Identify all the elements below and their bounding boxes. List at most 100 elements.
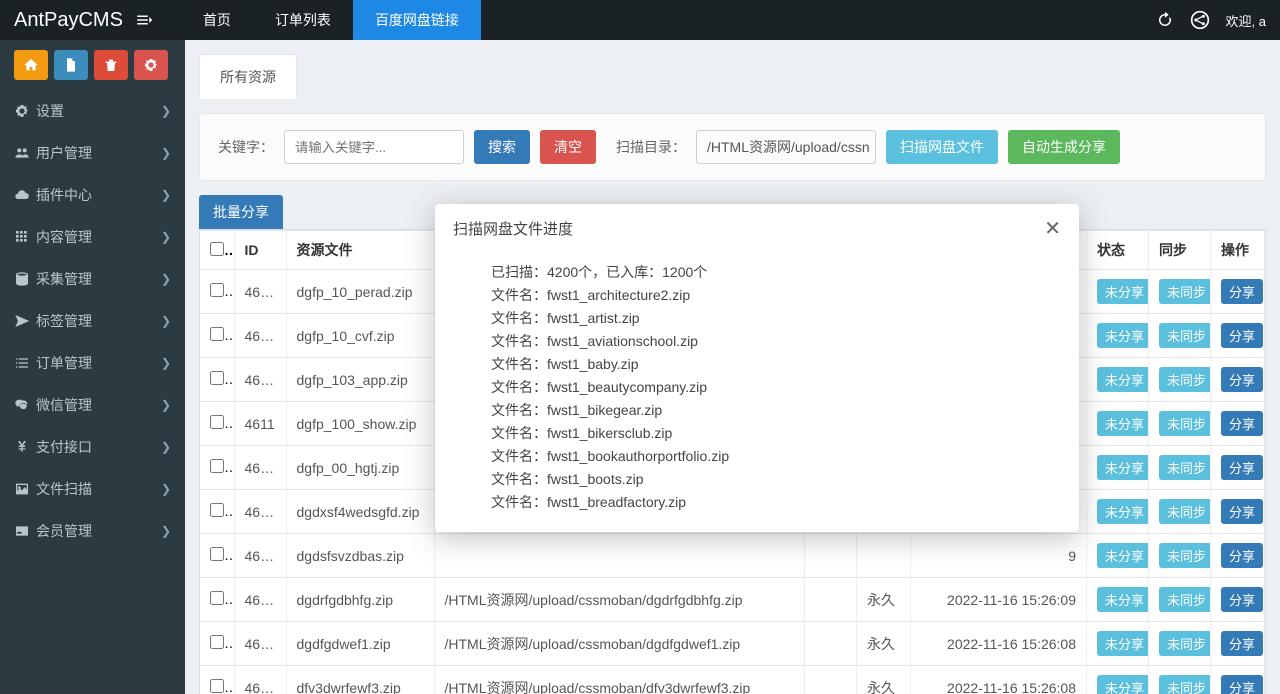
bulk-share-button[interactable]: 批量分享 — [199, 195, 283, 229]
sidebar-item-label: 标签管理 — [36, 311, 161, 331]
cell-id: 4614 — [234, 270, 286, 314]
sync-badge: 未同步 — [1159, 323, 1211, 348]
th-op: 操作 — [1211, 231, 1265, 270]
sidebar: 设置❯用户管理❯插件中心❯内容管理❯采集管理❯标签管理❯订单管理❯微信管理❯支付… — [0, 40, 185, 694]
sidebar-item-10[interactable]: 会员管理❯ — [0, 510, 185, 552]
share-button[interactable]: 分享 — [1221, 631, 1263, 656]
share-button[interactable]: 分享 — [1221, 367, 1263, 392]
row-checkbox[interactable] — [210, 327, 224, 341]
row-checkbox[interactable] — [210, 679, 224, 693]
cell-path: /HTML资源网/upload/cssmoban/dgdfgdwef1.zip — [434, 622, 805, 666]
close-icon[interactable]: ✕ — [1044, 219, 1061, 239]
scan-file-line: 文件名：fwst1_boots.zip — [491, 468, 1061, 491]
share-button[interactable]: 分享 — [1221, 411, 1263, 436]
sidebar-item-label: 订单管理 — [36, 353, 161, 373]
cell-path — [434, 534, 805, 578]
share-button[interactable]: 分享 — [1221, 587, 1263, 612]
cell-period: 永久 — [857, 666, 911, 694]
status-badge: 未分享 — [1097, 499, 1149, 524]
nav-baidu-link[interactable]: 百度网盘链接 — [353, 0, 481, 40]
row-checkbox[interactable] — [210, 547, 224, 561]
tab-all-resources[interactable]: 所有资源 — [199, 54, 297, 99]
share-button[interactable]: 分享 — [1221, 499, 1263, 524]
cell-status: 未分享 — [1087, 446, 1149, 490]
auto-share-button[interactable]: 自动生成分享 — [1008, 130, 1120, 164]
scan-file-line: 文件名：fwst1_bikersclub.zip — [491, 422, 1061, 445]
send-icon — [14, 313, 36, 329]
sidebar-item-label: 支付接口 — [36, 437, 161, 457]
sidebar-item-label: 微信管理 — [36, 395, 161, 415]
status-badge: 未分享 — [1097, 411, 1149, 436]
modal-body[interactable]: 已扫描：4200个，已入库：1200个文件名：fwst1_architectur… — [435, 253, 1079, 532]
gear-button[interactable] — [134, 50, 168, 80]
sidebar-item-6[interactable]: 订单管理❯ — [0, 342, 185, 384]
modal-title: 扫描网盘文件进度 — [453, 218, 573, 239]
cell-file: dfv3dwrfewf3.zip — [286, 666, 434, 694]
chevron-right-icon: ❯ — [161, 146, 171, 160]
share-icon[interactable] — [1190, 10, 1210, 30]
cell-status: 未分享 — [1087, 534, 1149, 578]
cell-sync: 未同步 — [1149, 402, 1211, 446]
cell-acc — [805, 666, 857, 694]
toggle-sidebar-icon[interactable] — [135, 11, 153, 29]
sidebar-item-4[interactable]: 采集管理❯ — [0, 258, 185, 300]
share-button[interactable]: 分享 — [1221, 675, 1263, 694]
nav-home[interactable]: 首页 — [181, 0, 253, 40]
cell-path: /HTML资源网/upload/cssmoban/dfv3dwrfewf3.zi… — [434, 666, 805, 694]
row-checkbox[interactable] — [210, 503, 224, 517]
clear-button[interactable]: 清空 — [540, 130, 596, 164]
sync-badge: 未同步 — [1159, 631, 1211, 656]
idcard-icon — [14, 523, 36, 539]
status-badge: 未分享 — [1097, 279, 1149, 304]
share-button[interactable]: 分享 — [1221, 323, 1263, 348]
cell-id: 4608 — [234, 534, 286, 578]
cell-status: 未分享 — [1087, 358, 1149, 402]
sync-badge: 未同步 — [1159, 455, 1211, 480]
cell-op: 分享 — [1211, 402, 1265, 446]
row-checkbox[interactable] — [210, 283, 224, 297]
home-button[interactable] — [14, 50, 48, 80]
cell-period: 永久 — [857, 622, 911, 666]
refresh-icon[interactable] — [1156, 11, 1174, 29]
sidebar-item-label: 采集管理 — [36, 269, 161, 289]
row-checkbox[interactable] — [210, 415, 224, 429]
sidebar-item-2[interactable]: 插件中心❯ — [0, 174, 185, 216]
scan-summary: 已扫描：4200个，已入库：1200个 — [491, 261, 1061, 284]
share-button[interactable]: 分享 — [1221, 543, 1263, 568]
cell-id: 4610 — [234, 446, 286, 490]
cell-file: dgfp_10_perad.zip — [286, 270, 434, 314]
content-tabs: 所有资源 — [199, 54, 1266, 99]
sync-badge: 未同步 — [1159, 367, 1211, 392]
sidebar-item-9[interactable]: 文件扫描❯ — [0, 468, 185, 510]
sync-badge: 未同步 — [1159, 543, 1211, 568]
row-checkbox[interactable] — [210, 459, 224, 473]
share-button[interactable]: 分享 — [1221, 279, 1263, 304]
cell-status: 未分享 — [1087, 578, 1149, 622]
file-button[interactable] — [54, 50, 88, 80]
row-checkbox[interactable] — [210, 635, 224, 649]
sidebar-item-3[interactable]: 内容管理❯ — [0, 216, 185, 258]
keyword-input[interactable] — [284, 130, 464, 164]
trash-button[interactable] — [94, 50, 128, 80]
sidebar-menu: 设置❯用户管理❯插件中心❯内容管理❯采集管理❯标签管理❯订单管理❯微信管理❯支付… — [0, 90, 185, 552]
sidebar-item-7[interactable]: 微信管理❯ — [0, 384, 185, 426]
status-badge: 未分享 — [1097, 543, 1149, 568]
select-all-checkbox[interactable] — [210, 242, 224, 256]
share-button[interactable]: 分享 — [1221, 455, 1263, 480]
nav-orders[interactable]: 订单列表 — [253, 0, 353, 40]
scan-files-button[interactable]: 扫描网盘文件 — [886, 130, 998, 164]
sidebar-item-0[interactable]: 设置❯ — [0, 90, 185, 132]
cell-time: 2022-11-16 15:26:09 — [911, 578, 1087, 622]
status-badge: 未分享 — [1097, 631, 1149, 656]
row-checkbox[interactable] — [210, 591, 224, 605]
row-checkbox[interactable] — [210, 371, 224, 385]
cell-period: 永久 — [857, 578, 911, 622]
search-button[interactable]: 搜索 — [474, 130, 530, 164]
table-row: 4608 dgdsfsvzdbas.zip 9 未分享 未同步 分享 — [200, 534, 1265, 578]
cell-id: 4612 — [234, 358, 286, 402]
sidebar-item-5[interactable]: 标签管理❯ — [0, 300, 185, 342]
scan-file-line: 文件名：fwst1_artist.zip — [491, 307, 1061, 330]
cell-op: 分享 — [1211, 534, 1265, 578]
sidebar-item-1[interactable]: 用户管理❯ — [0, 132, 185, 174]
sidebar-item-8[interactable]: 支付接口❯ — [0, 426, 185, 468]
